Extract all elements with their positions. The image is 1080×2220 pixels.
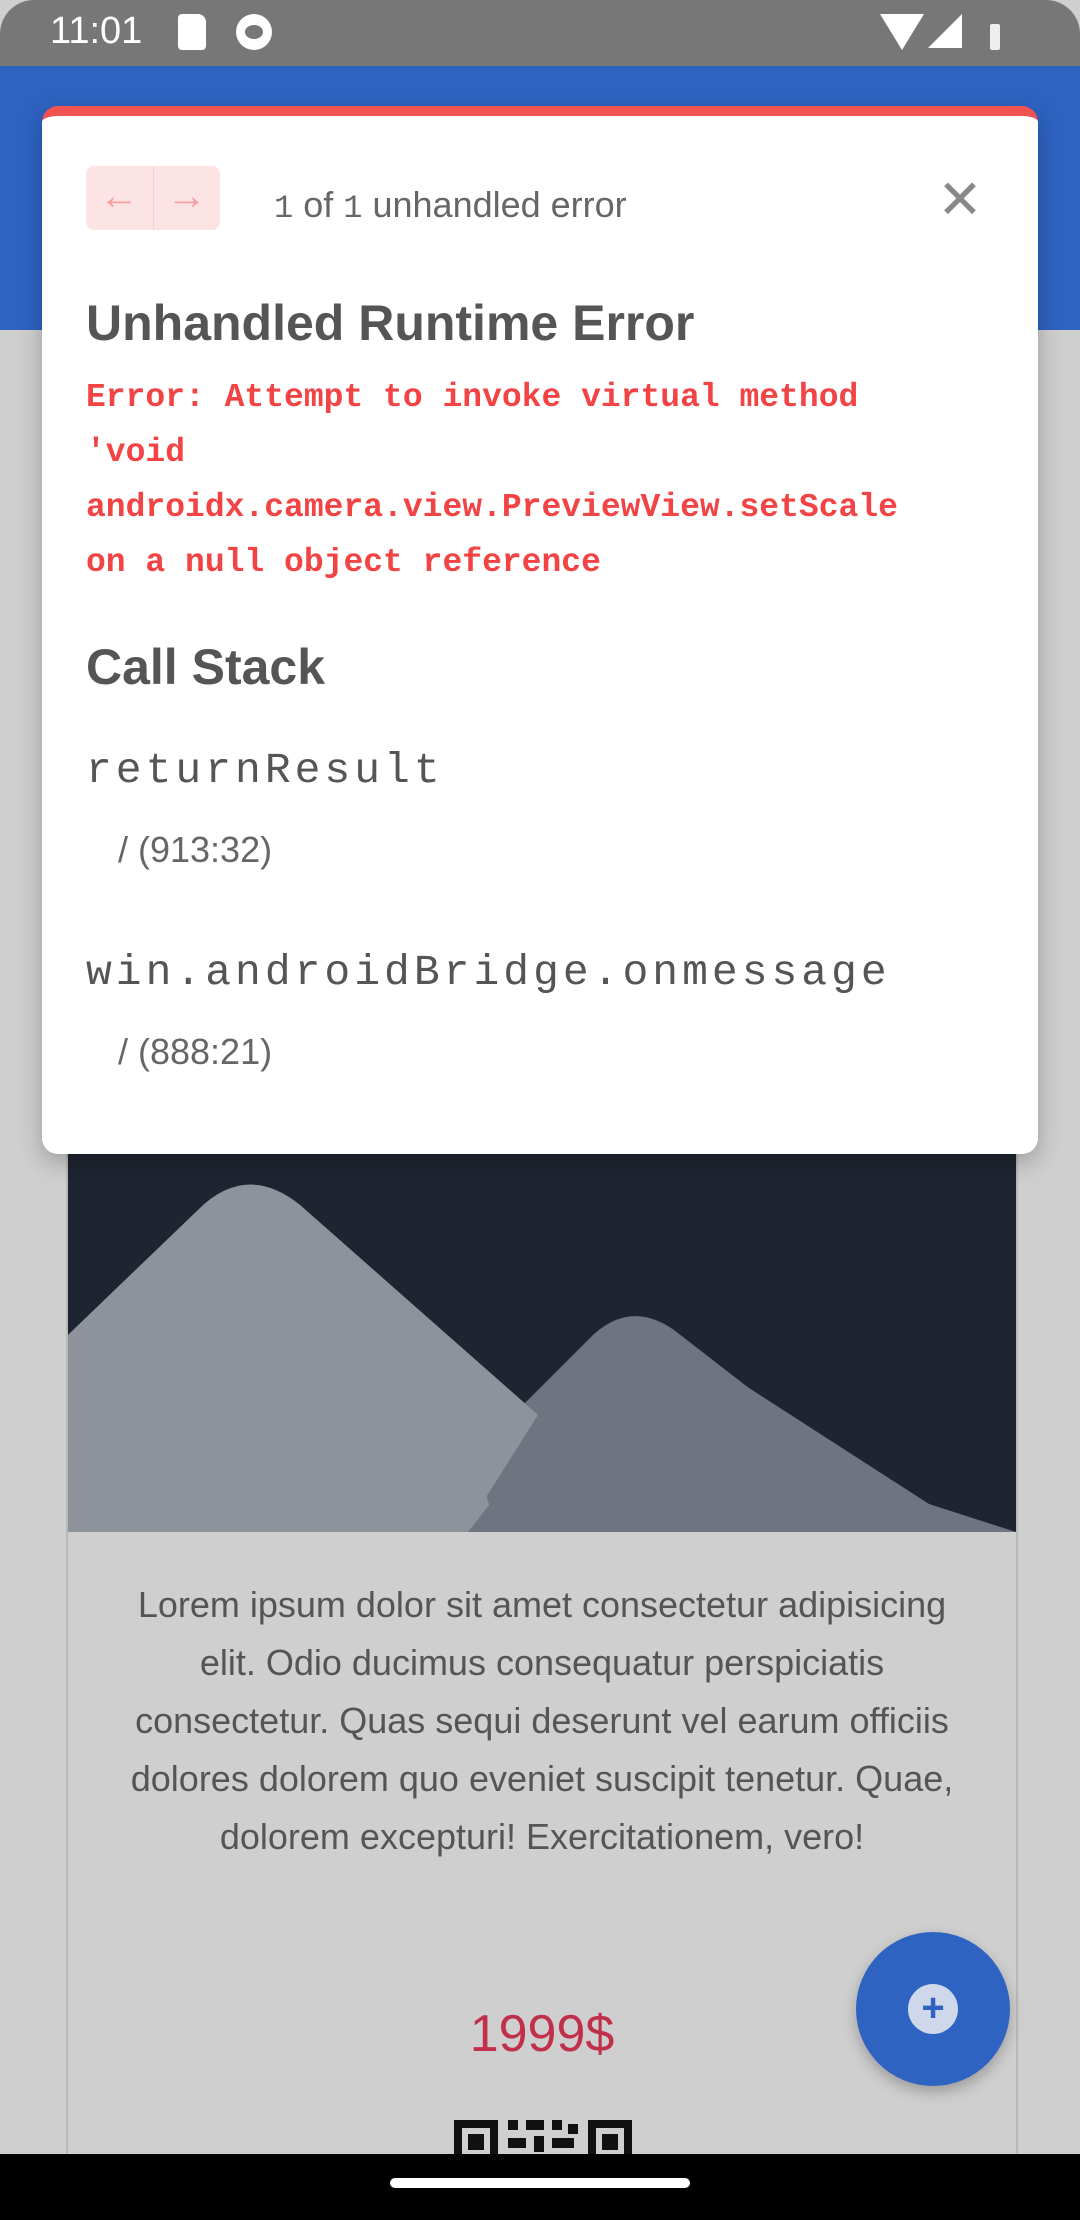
error-current: 1 (274, 190, 294, 227)
close-icon[interactable]: ✕ (930, 170, 990, 230)
add-button[interactable]: + (856, 1932, 1010, 2086)
call-stack-title: Call Stack (86, 639, 326, 695)
status-bar: 11:01 (0, 0, 1080, 66)
plus-icon: + (908, 1984, 958, 2034)
error-title: Unhandled Runtime Error (86, 295, 695, 351)
github-icon (236, 14, 272, 50)
sd-card-icon (178, 14, 206, 50)
error-message: Error: Attempt to invoke virtual method … (86, 379, 898, 581)
stack-frame[interactable]: returnResult / (913:32) (86, 746, 444, 871)
error-counter: 1 of 1 unhandled error (274, 184, 627, 227)
error-counter-suffix: unhandled error (372, 184, 627, 225)
home-gesture-handle[interactable] (390, 2178, 690, 2188)
product-description: Lorem ipsum dolor sit amet consectetur a… (130, 1584, 954, 1857)
stack-frame[interactable]: win.androidBridge.onmessage / (888:21) (86, 948, 891, 1073)
stack-frame-function: returnResult (86, 746, 444, 795)
error-navigation: ← → (86, 166, 220, 230)
status-time: 11:01 (50, 10, 143, 52)
stack-frame-location: / (913:32) (118, 829, 273, 870)
wifi-icon (880, 14, 924, 50)
stack-frame-location: / (888:21) (118, 1031, 273, 1072)
mountain-placeholder-icon (68, 1100, 1016, 1532)
error-total: 1 (343, 190, 363, 227)
signal-icon (928, 14, 962, 48)
navigation-bar (0, 2154, 1080, 2220)
arrow-left-icon[interactable]: ← (86, 166, 153, 230)
error-counter-of: of (303, 184, 334, 225)
error-overlay: ← → 1 of 1 unhandled error ✕ Unhandled R… (42, 106, 1038, 1154)
battery-icon (990, 24, 1000, 50)
stack-frame-function: win.androidBridge.onmessage (86, 948, 891, 997)
arrow-right-icon[interactable]: → (152, 166, 221, 230)
